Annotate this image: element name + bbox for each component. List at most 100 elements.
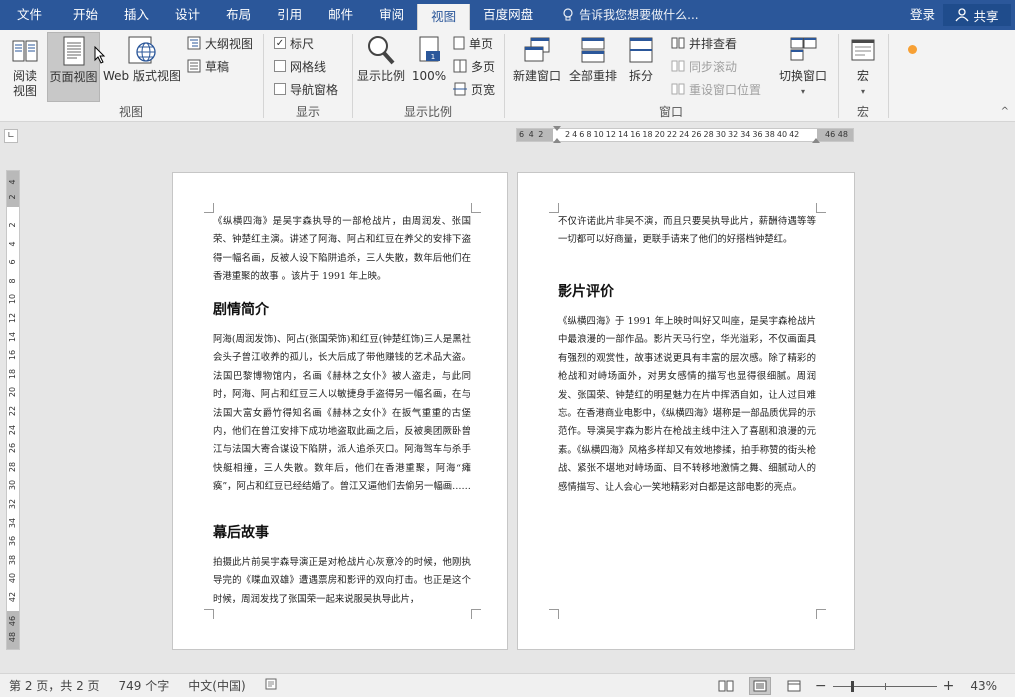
vertical-ruler[interactable]: 4 2 2 4 6 8 10 12 14 16 18 20 22 24 26 28 30 32 34 36 38 40… (6, 170, 20, 650)
switch-windows-button[interactable]: 切换窗口 ▾ (775, 32, 831, 99)
heading-plot: 剧情简介 (213, 302, 269, 318)
print-layout-button[interactable]: 页面视图 (47, 32, 100, 102)
new-window-button[interactable]: 新建窗口 (509, 32, 565, 84)
reset-position-label: 重设窗口位置 (689, 82, 762, 97)
zoom-slider[interactable] (832, 680, 937, 692)
zoom-button[interactable]: 显示比例 (355, 32, 407, 84)
tab-baidu-netdisk[interactable]: 百度网盘 (470, 0, 546, 30)
tab-mailings[interactable]: 邮件 (315, 0, 366, 30)
gridlines-check[interactable] (274, 60, 286, 72)
tab-layout[interactable]: 布局 (213, 0, 264, 30)
crop-mark (816, 203, 826, 213)
tell-me-text: 告诉我您想要做什么... (579, 8, 699, 22)
paragraph-plot: 阿海(周润发饰)、阿占(张国荣饰)和红豆(钟楚红饰)三人是黑社会头子曾江收养的孤… (213, 334, 471, 493)
read-mode-label: 阅读 视图 (12, 69, 37, 98)
crop-mark (204, 609, 214, 619)
right-indent-marker-icon[interactable] (812, 138, 820, 143)
document-page-1[interactable]: 《纵横四海》是吴宇森执导的一部枪战片，由周润发、张国荣、钟楚红主演。讲述了阿海、… (172, 172, 508, 650)
web-layout-label: Web 版式视图 (103, 69, 181, 83)
tab-insert[interactable]: 插入 (111, 0, 162, 30)
page-width-button[interactable]: 页宽 (453, 79, 495, 99)
page-width-icon (453, 82, 467, 96)
document-page-2[interactable]: 不仅许诺此片非吴不演，而且只要吴执导此片，薪酬待遇等等一切都可以好商量，更联手请… (517, 172, 855, 650)
zoom-percentage[interactable]: 43% (970, 679, 997, 693)
arrange-all-button[interactable]: 全部重排 (567, 32, 619, 84)
share-button[interactable]: 共享 (943, 4, 1011, 26)
tab-references[interactable]: 引用 (264, 0, 315, 30)
read-mode-button[interactable]: 阅读 视图 (5, 32, 45, 99)
vruler-tick: 48 (8, 631, 17, 643)
login-link[interactable]: 登录 (910, 0, 935, 30)
separator (888, 34, 889, 118)
tab-view[interactable]: 视图 (417, 4, 471, 30)
zoom-slider-center (884, 682, 886, 690)
navigation-check[interactable] (274, 83, 286, 95)
sync-scroll-button[interactable]: 同步滚动 (671, 56, 737, 76)
draft-view-button[interactable]: 草稿 (187, 56, 229, 76)
lightbulb-icon (563, 8, 573, 21)
reset-position-button[interactable]: 重设窗口位置 (671, 79, 761, 99)
switch-windows-label: 切换窗口 (778, 69, 827, 83)
macro-icon (846, 32, 880, 68)
person-icon (955, 8, 970, 22)
tab-selector[interactable]: ∟ (4, 129, 18, 143)
vruler-tick: 18 (8, 368, 17, 379)
ruler-checkbox[interactable]: ✓ 标尺 (274, 33, 314, 53)
macros-button[interactable]: 宏 ▾ (845, 32, 881, 99)
page-count[interactable]: 第 2 页，共 2 页 (9, 677, 100, 694)
vruler-tick: 20 (8, 387, 17, 398)
zoom-in-button[interactable]: + (943, 678, 955, 694)
zoom-slider-thumb[interactable] (850, 680, 854, 692)
tab-review[interactable]: 审阅 (366, 0, 417, 30)
vruler-tick: 24 (8, 424, 17, 435)
macro-record-icon[interactable] (265, 678, 277, 693)
outline-view-button[interactable]: 大纲视图 (187, 33, 253, 53)
tell-me-box[interactable]: 告诉我您想要做什么... (546, 0, 699, 30)
web-layout-button[interactable]: Web 版式视图 (101, 32, 183, 84)
navigation-pane-checkbox[interactable]: 导航窗格 (274, 79, 338, 99)
gridlines-checkbox[interactable]: 网格线 (274, 56, 326, 76)
one-page-icon (453, 36, 465, 50)
vruler-tick: 2 (8, 222, 17, 228)
print-layout-view-icon[interactable] (748, 677, 771, 695)
chevron-down-icon: ▾ (860, 87, 865, 96)
one-page-button[interactable]: 单页 (453, 33, 493, 53)
paragraph-continued: 不仅许诺此片非吴不演，而且只要吴执导此片，薪酬待遇等等一切都可以好商量，更联手请… (558, 216, 816, 246)
new-window-icon (520, 32, 554, 68)
ribbon-collapse-icon[interactable]: ^ (1001, 106, 1009, 117)
heading-reviews: 影片评价 (558, 284, 614, 300)
tab-file[interactable]: 文件 (0, 0, 60, 30)
vruler-tick: 4 (8, 241, 17, 247)
language-indicator[interactable]: 中文(中国) (188, 677, 245, 694)
split-button[interactable]: 拆分 (621, 32, 661, 84)
zoom-100-button[interactable]: 1 100% (409, 32, 449, 84)
indent-marker-icon[interactable] (553, 138, 561, 143)
side-by-side-label: 并排查看 (689, 36, 738, 51)
switch-windows-icon (786, 32, 820, 68)
ruler-check[interactable]: ✓ (274, 37, 286, 49)
views-group-label: 视图 (118, 105, 143, 119)
crop-mark (204, 203, 214, 213)
draft-view-label: 草稿 (205, 59, 230, 74)
web-layout-view-icon[interactable] (783, 677, 805, 695)
zoom-group-label: 显示比例 (403, 105, 452, 119)
side-by-side-icon (671, 37, 685, 49)
vruler-tick: 6 (8, 259, 17, 265)
crop-mark (549, 203, 559, 213)
paragraph-reviews: 《纵横四海》于 1991 年上映时叫好又叫座，是吴宇森枪战片中最浪漫的一部作品。… (558, 316, 816, 493)
vruler-tick: 32 (8, 498, 17, 510)
zoom-out-button[interactable]: − (815, 678, 827, 694)
ribbon-tab-bar: 文件 开始 插入 设计 布局 引用 邮件 审阅 视图 百度网盘 告诉我您想要做什… (0, 0, 1015, 30)
side-by-side-button[interactable]: 并排查看 (671, 33, 737, 53)
word-count[interactable]: 749 个字 (119, 677, 170, 694)
outline-view-label: 大纲视图 (205, 36, 254, 51)
read-mode-view-icon[interactable] (715, 677, 737, 695)
split-label: 拆分 (628, 69, 653, 83)
indent-marker-icon[interactable] (553, 126, 561, 131)
horizontal-ruler[interactable]: 6 4 2 2 4 6 8 10 12 14 16 18 20 22 24 26… (516, 126, 854, 143)
tab-home[interactable]: 开始 (60, 0, 111, 30)
tab-design[interactable]: 设计 (162, 0, 213, 30)
vruler-tick: 4 (8, 179, 17, 185)
status-right: − + 43% (709, 674, 1015, 697)
multi-page-button[interactable]: 多页 (453, 56, 495, 76)
